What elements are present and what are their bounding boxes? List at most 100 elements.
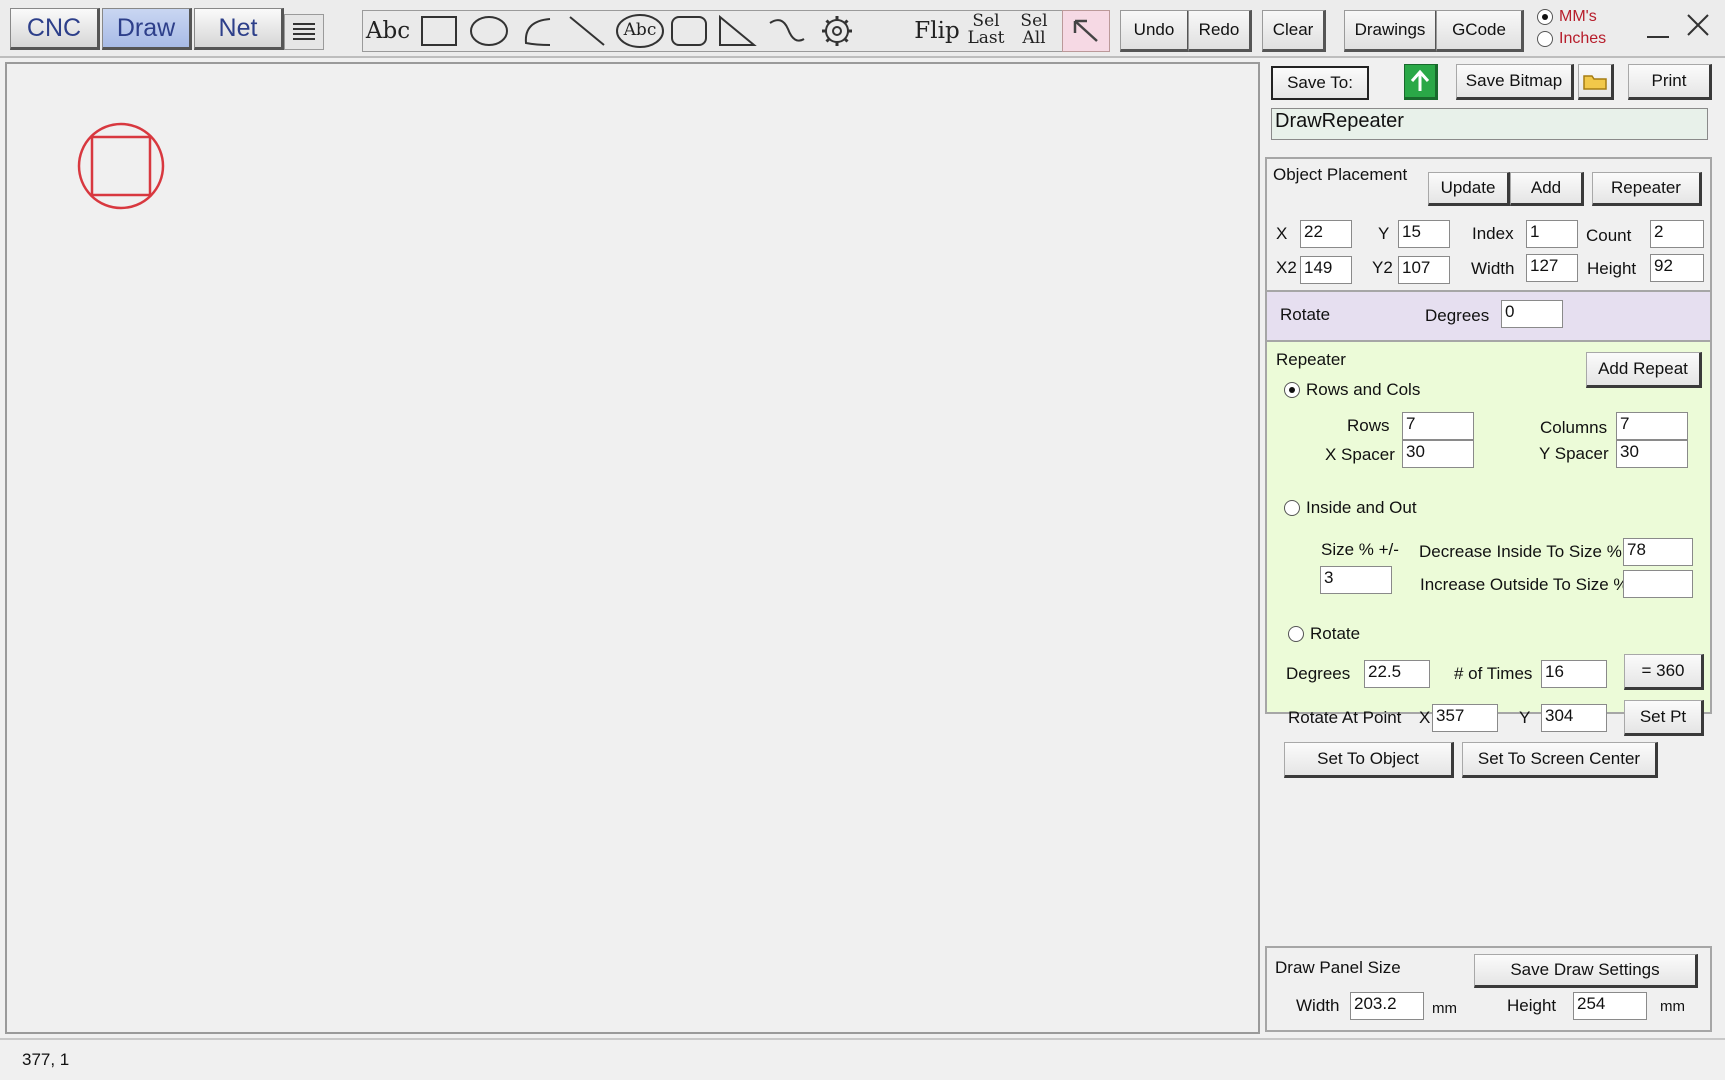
clear-button[interactable]: Clear <box>1262 10 1326 52</box>
undo-button[interactable]: Undo <box>1120 10 1190 52</box>
save-bitmap-button[interactable]: Save Bitmap <box>1456 64 1574 100</box>
equals-360-button[interactable]: = 360 <box>1624 654 1704 690</box>
upload-icon[interactable] <box>1404 64 1438 100</box>
rounded-rect-icon[interactable] <box>666 12 712 50</box>
set-to-object-button[interactable]: Set To Object <box>1284 742 1454 778</box>
rows-cols-radio[interactable] <box>1284 382 1300 398</box>
y-label: Y <box>1378 224 1390 243</box>
main-toolbar: CNC Draw Net Abc Abc Flip Sel Last Sel A… <box>0 0 1725 58</box>
tab-net[interactable]: Net <box>194 8 284 50</box>
x-spacer-field[interactable]: 30 <box>1402 440 1474 468</box>
inside-out-radio[interactable] <box>1284 500 1300 516</box>
draw-panel-size-title: Draw Panel Size <box>1275 958 1401 977</box>
x2-field[interactable]: 149 <box>1300 256 1352 284</box>
x-field[interactable]: 22 <box>1300 220 1352 248</box>
gcode-button[interactable]: GCode <box>1436 10 1524 52</box>
height-field[interactable]: 92 <box>1650 254 1704 282</box>
y2-field[interactable]: 107 <box>1398 256 1450 284</box>
select-last-line2: Last <box>967 28 1005 48</box>
increase-outside-field[interactable] <box>1623 570 1693 598</box>
set-point-button[interactable]: Set Pt <box>1624 700 1704 736</box>
repeat-degrees-field[interactable]: 22.5 <box>1364 660 1430 688</box>
y-field[interactable]: 15 <box>1398 220 1450 248</box>
y-spacer-field[interactable]: 30 <box>1616 440 1688 468</box>
units-mm-label: MM's <box>1559 8 1597 25</box>
units-inches-option[interactable]: Inches <box>1537 29 1606 49</box>
width-field[interactable]: 127 <box>1526 254 1578 282</box>
height-label: Height <box>1587 259 1637 278</box>
text-tool-button[interactable]: Abc <box>364 12 412 50</box>
flip-button[interactable]: Flip <box>912 12 962 50</box>
repeat-degrees-label: Degrees <box>1286 664 1351 683</box>
close-icon[interactable] <box>1676 6 1720 44</box>
select-last-button[interactable]: Sel Last <box>962 12 1010 50</box>
drawings-button[interactable]: Drawings <box>1344 10 1438 52</box>
repeater-title: Repeater <box>1276 350 1346 369</box>
redo-button[interactable]: Redo <box>1188 10 1252 52</box>
count-label: Count <box>1586 226 1632 245</box>
gear-icon[interactable] <box>814 12 860 50</box>
select-arrow-icon[interactable] <box>1062 10 1110 52</box>
add-repeat-button[interactable]: Add Repeat <box>1586 352 1702 388</box>
update-button[interactable]: Update <box>1428 172 1510 206</box>
inside-out-label: Inside and Out <box>1306 498 1417 517</box>
folder-icon[interactable] <box>1578 64 1614 100</box>
rows-field[interactable]: 7 <box>1402 412 1474 440</box>
units-inches-radio[interactable] <box>1537 31 1553 47</box>
panel-width-field[interactable]: 203.2 <box>1350 992 1424 1020</box>
tab-draw[interactable]: Draw <box>102 8 192 50</box>
menu-icon[interactable] <box>284 14 324 50</box>
rotate-point-x-field[interactable]: 357 <box>1432 704 1498 732</box>
units-mm-radio[interactable] <box>1537 9 1553 25</box>
cursor-coordinates: 377, 1 <box>22 1050 70 1069</box>
rotate-at-point-label: Rotate At Point <box>1288 708 1402 727</box>
columns-field[interactable]: 7 <box>1616 412 1688 440</box>
select-all-button[interactable]: Sel All <box>1010 12 1058 50</box>
properties-panel: Save To: Save Bitmap Print DrawRepeater … <box>1264 62 1713 1034</box>
tab-cnc[interactable]: CNC <box>10 8 100 50</box>
rotate-repeat-radio[interactable] <box>1288 626 1304 642</box>
circle-text-label: Abc <box>623 20 657 40</box>
drawn-square[interactable] <box>90 135 152 197</box>
minimize-icon[interactable] <box>1636 10 1680 48</box>
panel-width-unit: mm <box>1432 1000 1457 1017</box>
panel-height-field[interactable]: 254 <box>1573 992 1647 1020</box>
x2-label: X2 <box>1276 258 1297 277</box>
count-field[interactable]: 2 <box>1650 220 1704 248</box>
decrease-inside-field[interactable]: 78 <box>1623 538 1693 566</box>
decrease-inside-label: Decrease Inside To Size % <box>1419 542 1622 561</box>
arc-icon[interactable] <box>514 12 560 50</box>
drawing-surface <box>77 122 165 210</box>
panel-height-unit: mm <box>1660 998 1685 1015</box>
save-draw-settings-button[interactable]: Save Draw Settings <box>1474 954 1698 988</box>
rotate-point-y-label: Y <box>1519 708 1531 727</box>
save-to-button[interactable]: Save To: <box>1271 66 1369 100</box>
rotate-degrees-field[interactable]: 0 <box>1501 300 1563 328</box>
rows-cols-option[interactable]: Rows and Cols <box>1284 380 1420 400</box>
rectangle-icon[interactable] <box>416 12 462 50</box>
rotate-degrees-label: Degrees <box>1425 306 1490 325</box>
ellipse-icon[interactable] <box>466 12 512 50</box>
add-button[interactable]: Add <box>1510 172 1584 206</box>
rotate-repeat-option[interactable]: Rotate <box>1288 624 1360 644</box>
drawing-canvas[interactable] <box>5 62 1260 1034</box>
size-percent-field[interactable]: 3 <box>1320 566 1392 594</box>
curve-icon[interactable] <box>764 12 810 50</box>
circle-text-tool-button[interactable]: Abc <box>614 12 666 50</box>
units-mm-option[interactable]: MM's <box>1537 7 1597 27</box>
index-field[interactable]: 1 <box>1526 220 1578 248</box>
repeater-button[interactable]: Repeater <box>1592 172 1702 206</box>
y-spacer-label: Y Spacer <box>1539 444 1609 463</box>
drawing-name-field[interactable]: DrawRepeater <box>1271 108 1708 140</box>
rotate-point-y-field[interactable]: 304 <box>1541 704 1607 732</box>
times-field[interactable]: 16 <box>1541 660 1607 688</box>
rows-label: Rows <box>1347 416 1390 435</box>
print-button[interactable]: Print <box>1628 64 1712 100</box>
width-label: Width <box>1471 259 1515 278</box>
inside-out-option[interactable]: Inside and Out <box>1284 498 1417 518</box>
rotate-title: Rotate <box>1280 305 1331 324</box>
triangle-icon[interactable] <box>714 12 760 50</box>
set-to-screen-center-button[interactable]: Set To Screen Center <box>1462 742 1658 778</box>
size-percent-label: Size % +/- <box>1321 540 1399 559</box>
line-icon[interactable] <box>564 12 610 50</box>
